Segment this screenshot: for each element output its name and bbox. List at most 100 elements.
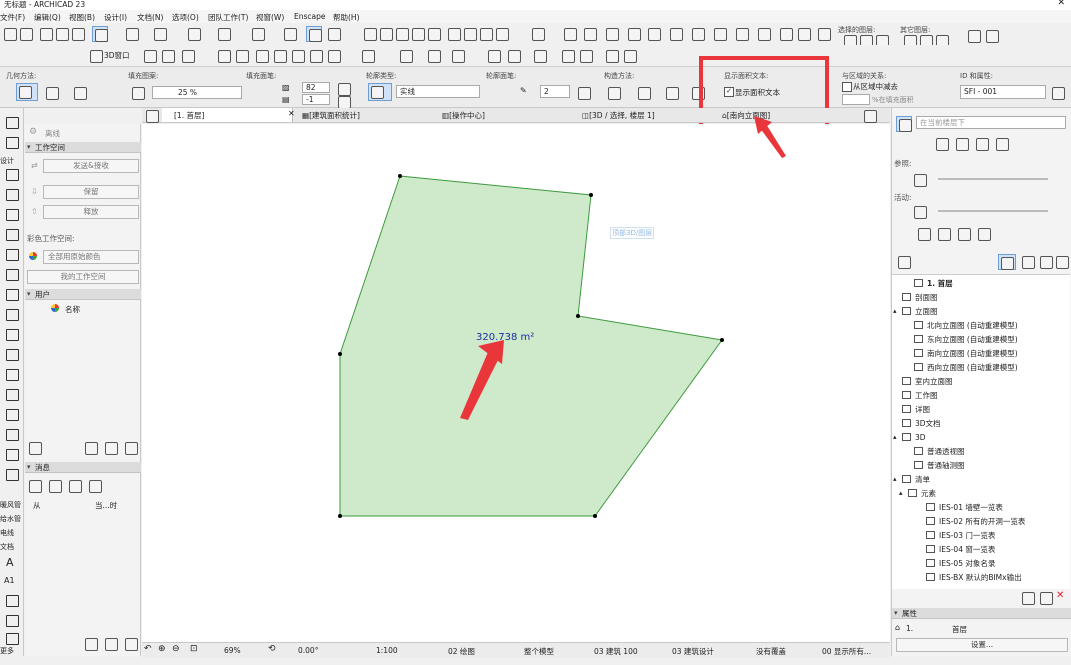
message-tool-4-icon[interactable]	[87, 478, 103, 494]
properties-header[interactable]: 属性	[892, 608, 1071, 619]
lock-icon[interactable]	[282, 26, 298, 42]
tree-item[interactable]: ▴ 清单	[893, 473, 930, 486]
fill-area-pct-field[interactable]	[842, 94, 870, 105]
expand-arrow-icon[interactable]: ▴	[893, 473, 897, 486]
layout-icon[interactable]	[712, 26, 728, 42]
vertex-6[interactable]	[338, 514, 342, 518]
user-panel-tool-1-icon[interactable]	[83, 440, 99, 456]
list-icon[interactable]	[690, 26, 706, 42]
message-bottom-2-icon[interactable]	[103, 636, 119, 652]
area-text[interactable]: 320.738 m²	[476, 332, 534, 343]
menu-item-enscape[interactable]: Enscape	[294, 12, 326, 21]
tree-item[interactable]: ▴ 立面图	[893, 305, 938, 318]
show-all-value[interactable]: 00 显示所有...	[822, 646, 871, 657]
reserve-button[interactable]: 保留	[43, 185, 139, 199]
layer-icon[interactable]	[326, 26, 342, 42]
arch100-value[interactable]: 03 建筑 100	[594, 646, 638, 657]
menu-item-teamwork[interactable]: 团队工作(T)	[208, 12, 248, 23]
stair-tool-icon[interactable]	[2, 326, 22, 344]
adjust-icon[interactable]	[394, 26, 410, 42]
send-receive-button[interactable]: 发送&接收	[43, 159, 139, 173]
reference-picker-icon[interactable]	[912, 172, 932, 188]
layer-lock-icon[interactable]	[874, 33, 889, 48]
toolbox-tab-document[interactable]: 文档	[0, 542, 14, 552]
window-tool-icon[interactable]	[2, 206, 22, 224]
zone-tool-icon[interactable]	[2, 426, 22, 444]
sun-icon[interactable]	[426, 48, 442, 64]
project-map-icon[interactable]	[998, 254, 1016, 270]
properties-icon[interactable]	[1050, 85, 1068, 101]
fillet-icon[interactable]	[426, 26, 442, 42]
fit-window-icon[interactable]: ⊡	[190, 644, 198, 654]
close-window-icon[interactable]: ✕	[1057, 0, 1065, 8]
roof-tool-icon[interactable]	[2, 286, 22, 304]
trace-tool-1-icon[interactable]	[916, 226, 932, 242]
fill-polygon[interactable]	[339, 175, 723, 517]
tree-item[interactable]: IES-02 所有的开洞一览表	[926, 515, 1025, 528]
floorplan-icon[interactable]	[88, 48, 104, 64]
scale-value[interactable]: 1:100	[376, 646, 398, 655]
message-bottom-1-icon[interactable]	[83, 636, 99, 652]
suspend-group-icon[interactable]	[306, 26, 322, 42]
user-avatar-icon[interactable]	[27, 440, 45, 458]
polygon-method-icon[interactable]	[16, 83, 38, 101]
contour-type-select[interactable]: 实线	[396, 85, 480, 98]
fill-pen-swatch-icon[interactable]	[336, 81, 354, 96]
clone-view-icon[interactable]	[1038, 590, 1054, 606]
tree-item[interactable]: ▴ 3D	[893, 431, 926, 444]
morph-tool-icon[interactable]	[2, 386, 22, 404]
tree-item[interactable]: 工作图	[902, 389, 938, 402]
view-map-icon[interactable]	[1020, 254, 1036, 270]
menu-item-window[interactable]: 视窗(W)	[256, 12, 284, 23]
tree-item[interactable]: 普通轴测图	[914, 459, 965, 472]
tree-item[interactable]: 详图	[902, 403, 930, 416]
layer-settings-icon[interactable]	[966, 28, 982, 44]
drawing-icon[interactable]	[756, 26, 772, 42]
bimx-icon[interactable]	[560, 48, 576, 64]
zoom-undo-icon[interactable]: ↶	[144, 644, 152, 654]
angle-value[interactable]: 0.00°	[298, 646, 318, 655]
perspective-icon[interactable]	[254, 48, 270, 64]
slab-icon[interactable]	[646, 26, 662, 42]
grid-icon[interactable]	[186, 26, 202, 42]
publish-icon[interactable]	[734, 26, 750, 42]
workspace-header[interactable]: 工作空间	[25, 142, 141, 153]
nav-tool-1-icon[interactable]	[934, 136, 950, 152]
render-icon[interactable]	[398, 48, 414, 64]
publisher-icon[interactable]	[1054, 254, 1070, 270]
tree-item[interactable]: 1. 首层	[914, 277, 953, 290]
navigator-mode-icon[interactable]	[896, 116, 912, 132]
message-bottom-3-icon[interactable]	[123, 636, 139, 652]
shading-icon[interactable]	[360, 48, 376, 64]
schedule-icon[interactable]	[668, 26, 684, 42]
vertex-7[interactable]	[338, 352, 342, 356]
guide-icon[interactable]	[216, 26, 232, 42]
toolbox-tab-electric[interactable]: 电线	[0, 528, 14, 538]
my-workspace-button[interactable]: 我的工作空间	[27, 270, 139, 284]
fill-pattern-field[interactable]: 25 %	[152, 86, 242, 99]
group-icon[interactable]	[250, 26, 266, 42]
build-method-2-icon[interactable]	[636, 85, 652, 101]
tree-item[interactable]: 普通透视图	[914, 445, 965, 458]
other-layer-lock-icon[interactable]	[934, 33, 949, 48]
contour-type-icon[interactable]	[368, 83, 392, 101]
layer-show-icon[interactable]	[842, 33, 857, 48]
vr-icon[interactable]	[578, 48, 594, 64]
delete-view-icon[interactable]: ✕	[1056, 590, 1064, 601]
menu-item-edit[interactable]: 编辑(Q)	[34, 12, 61, 23]
vertex-2[interactable]	[589, 193, 593, 197]
vertex-3[interactable]	[576, 314, 580, 318]
menu-item-options[interactable]: 选项(O)	[172, 12, 199, 23]
wireframe-icon[interactable]	[326, 48, 342, 64]
close-tab-icon[interactable]: ✕	[288, 109, 295, 118]
mesh-tool-icon[interactable]	[2, 406, 22, 424]
tree-item[interactable]: ▴ 元素	[899, 487, 936, 500]
orbit-icon[interactable]	[234, 48, 250, 64]
arrow-select-tool-icon[interactable]	[2, 114, 22, 132]
fill-pattern-picker-icon[interactable]	[130, 85, 150, 101]
filter-icon[interactable]	[308, 48, 324, 64]
settings-button[interactable]: 设置...	[896, 638, 1068, 652]
message-tool-1-icon[interactable]	[27, 478, 43, 494]
column-tool-icon[interactable]	[2, 226, 22, 244]
toolbox-tab-water[interactable]: 给水管	[0, 514, 21, 524]
